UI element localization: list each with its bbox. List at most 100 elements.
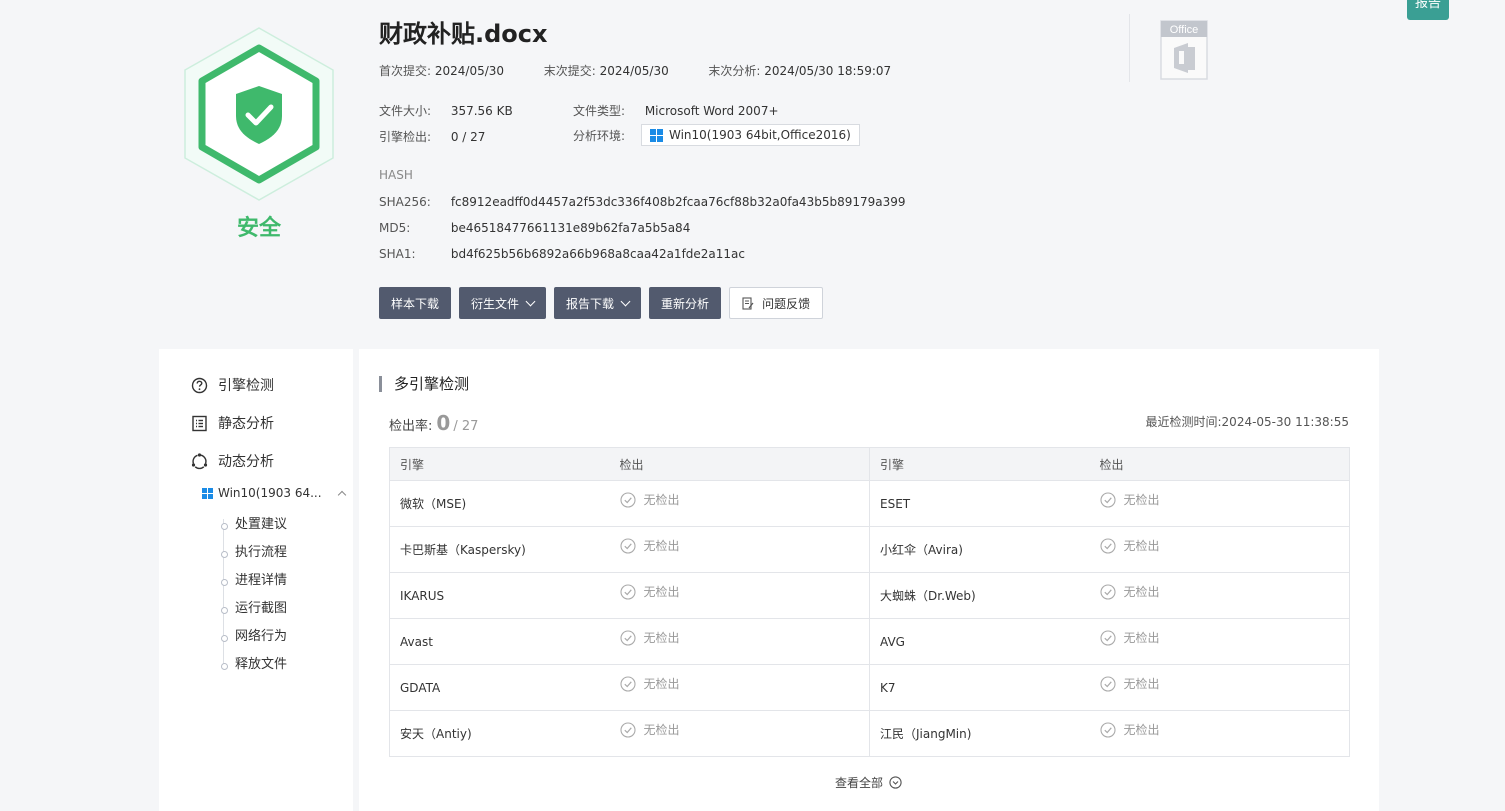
report-tag[interactable]: 报告: [1407, 0, 1449, 20]
engine-result-text: 无检出: [643, 677, 680, 691]
engine-result: 无检出: [609, 480, 870, 527]
col-detect: 检出: [1089, 447, 1350, 481]
nav-sub-disposal[interactable]: 处置建议: [220, 511, 287, 539]
nav-sub-tree: 处置建议 执行流程 进程详情 运行截图 网络行为 释放文件: [220, 511, 287, 679]
table-row: IKARUS 无检出 大蜘蛛（Dr.Web) 无检出: [389, 572, 1350, 619]
chevron-circle-down-icon: [889, 776, 902, 789]
engine-name: ESET: [869, 480, 1090, 527]
office-file-icon: Office: [1160, 20, 1208, 84]
file-type: 文件类型: Microsoft Word 2007+: [573, 102, 779, 119]
check-circle-icon: [619, 537, 636, 554]
engine-name: IKARUS: [389, 572, 610, 619]
engine-result-text: 无检出: [1123, 631, 1160, 645]
action-buttons: 样本下载 衍生文件 报告下载 重新分析 问题反馈: [379, 287, 824, 319]
engine-result: 无检出: [609, 526, 870, 573]
file-size: 文件大小: 357.56 KB: [379, 102, 513, 119]
table-row: Avast 无检出 AVG 无检出: [389, 618, 1350, 665]
engine-result: 无检出: [1089, 664, 1350, 711]
chevron-up-icon[interactable]: [337, 490, 346, 499]
col-engine: 引擎: [389, 447, 610, 481]
engine-result: 无检出: [609, 572, 870, 619]
chevron-down-icon: [525, 296, 536, 306]
engine-name: 微软（MSE): [389, 480, 610, 527]
nav-sub-exec-flow[interactable]: 执行流程: [220, 539, 287, 567]
sha256-label: SHA256:: [379, 195, 431, 209]
derived-files-button[interactable]: 衍生文件: [459, 287, 547, 319]
table-row: 安天（Antiy) 无检出 江民（JiangMin) 无检出: [389, 710, 1350, 757]
sample-download-label: 样本下载: [391, 296, 440, 311]
engine-result: 无检出: [1089, 572, 1350, 619]
list-icon: [192, 415, 207, 431]
engine-result: 无检出: [609, 710, 870, 757]
nav-sub-dropped-files[interactable]: 释放文件: [220, 651, 287, 679]
engine-name: Avast: [389, 618, 610, 665]
report-download-label: 报告下载: [566, 296, 615, 311]
sha256-row: SHA256: fc8912eadff0d4457a2f53dc336f408b…: [379, 195, 906, 209]
engine-result-text: 无检出: [1123, 539, 1160, 553]
check-circle-icon: [619, 721, 636, 738]
detection-rate: 检出率: 0 / 27: [389, 411, 478, 435]
detection-rate-total: / 27: [453, 419, 479, 434]
document-edit-icon: [742, 296, 754, 310]
engine-name: 江民（JiangMin): [869, 710, 1090, 757]
view-all-label: 查看全部: [835, 776, 884, 790]
analysis-env-text: Win10(1903 64bit,Office2016): [669, 128, 851, 142]
section-title: 多引擎检测: [379, 376, 469, 392]
engine-result: 无检出: [1089, 618, 1350, 665]
nav-dynamic-analysis-label: 动态分析: [218, 454, 274, 470]
check-circle-icon: [619, 583, 636, 600]
check-circle-icon: [1099, 721, 1116, 738]
md5-value[interactable]: be46518477661131e89b62fa7a5b5a84: [451, 221, 691, 235]
engine-result-text: 无检出: [643, 539, 680, 553]
table-row: 微软（MSE) 无检出 ESET 无检出: [389, 480, 1350, 527]
nav-env-item[interactable]: Win10(1903 64...: [202, 486, 346, 500]
col-engine: 引擎: [869, 447, 1090, 481]
last-analysis-value: 2024/05/30 18:59:07: [764, 64, 892, 78]
engine-name: AVG: [869, 618, 1090, 665]
nav-static-analysis[interactable]: 静态分析: [191, 413, 274, 433]
header-divider: [1129, 14, 1130, 82]
last-detect-time: 最近检测时间:2024-05-30 11:38:55: [1145, 415, 1350, 429]
sha1-value[interactable]: bd4f625b56b6892a66b968a8caa42a1fde2a11ac: [451, 247, 745, 261]
side-nav: 引擎检测 静态分析 动态分析 Win10(1903 64... 处置建议 执行流…: [159, 349, 353, 811]
engine-result: 无检出: [609, 664, 870, 711]
derived-files-label: 衍生文件: [471, 296, 520, 311]
nav-sub-screenshot[interactable]: 运行截图: [220, 595, 287, 623]
engine-result-text: 无检出: [643, 631, 680, 645]
reanalyze-button[interactable]: 重新分析: [649, 287, 722, 319]
feedback-button[interactable]: 问题反馈: [729, 287, 824, 319]
detection-rate-label: 检出率:: [389, 419, 433, 434]
nav-engine-detection[interactable]: 引擎检测: [191, 375, 274, 395]
table-header: 引擎 检出 引擎 检出: [389, 447, 1350, 481]
report-download-button[interactable]: 报告下载: [554, 287, 642, 319]
nav-sub-process[interactable]: 进程详情: [220, 567, 287, 595]
engine-result: 无检出: [1089, 480, 1350, 527]
engine-result: 无检出: [1089, 526, 1350, 573]
md5-label: MD5:: [379, 221, 411, 235]
col-detect: 检出: [609, 447, 870, 481]
analysis-env-label: 分析环境:: [573, 128, 626, 143]
engine-name: GDATA: [389, 664, 610, 711]
analysis-env-value[interactable]: Win10(1903 64bit,Office2016): [641, 124, 860, 146]
check-circle-icon: [619, 675, 636, 692]
sample-download-button[interactable]: 样本下载: [379, 287, 452, 319]
shield-check-icon: [184, 27, 334, 201]
nav-sub-network[interactable]: 网络行为: [220, 623, 287, 651]
sha1-row: SHA1: bd4f625b56b6892a66b968a8caa42a1fde…: [379, 247, 745, 261]
nav-dynamic-analysis[interactable]: 动态分析: [191, 451, 274, 471]
detection-rate-value: 0: [436, 411, 451, 435]
hash-title: HASH: [379, 168, 413, 182]
nav-engine-detection-label: 引擎检测: [218, 378, 274, 394]
sha256-value[interactable]: fc8912eadff0d4457a2f53dc336f408b2fcaa76c…: [451, 195, 906, 209]
first-submit-label: 首次提交:: [379, 64, 432, 78]
verdict-badge: 安全: [178, 24, 340, 241]
windows-icon: [202, 487, 213, 499]
engine-detection-panel: 多引擎检测 检出率: 0 / 27 最近检测时间:2024-05-30 11:3…: [359, 349, 1379, 811]
sha1-label: SHA1:: [379, 247, 416, 261]
check-circle-icon: [1099, 491, 1116, 508]
engine-name: 安天（Antiy): [389, 710, 610, 757]
first-submit-value: 2024/05/30: [434, 64, 505, 78]
view-all-button[interactable]: 查看全部: [835, 774, 902, 791]
last-submit-label: 末次提交:: [543, 64, 596, 78]
engine-result-text: 无检出: [1123, 723, 1160, 737]
